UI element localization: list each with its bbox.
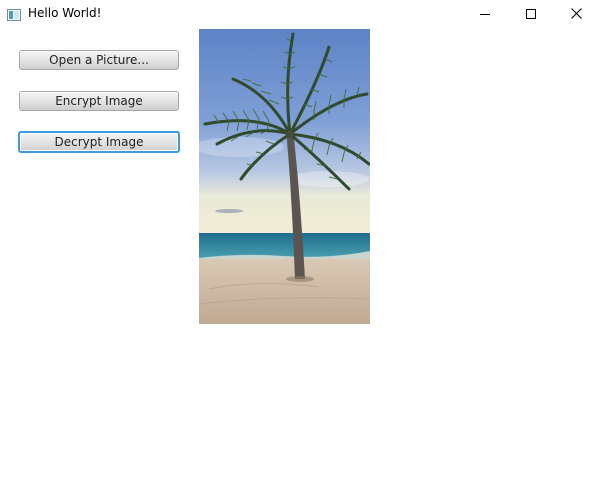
minimize-icon	[480, 9, 490, 19]
maximize-button[interactable]	[508, 0, 554, 27]
close-icon	[570, 8, 582, 19]
maximize-icon	[526, 8, 536, 19]
open-picture-button[interactable]: Open a Picture...	[19, 50, 179, 70]
app-icon	[7, 6, 21, 21]
title-bar[interactable]: Hello World!	[0, 0, 599, 27]
close-button[interactable]	[553, 0, 599, 27]
decrypt-image-button[interactable]: Decrypt Image	[18, 131, 180, 153]
encrypt-image-button[interactable]: Encrypt Image	[19, 91, 179, 111]
palm-tree-beach-image	[199, 29, 370, 324]
minimize-button[interactable]	[462, 0, 508, 27]
window-title: Hello World!	[28, 6, 102, 20]
